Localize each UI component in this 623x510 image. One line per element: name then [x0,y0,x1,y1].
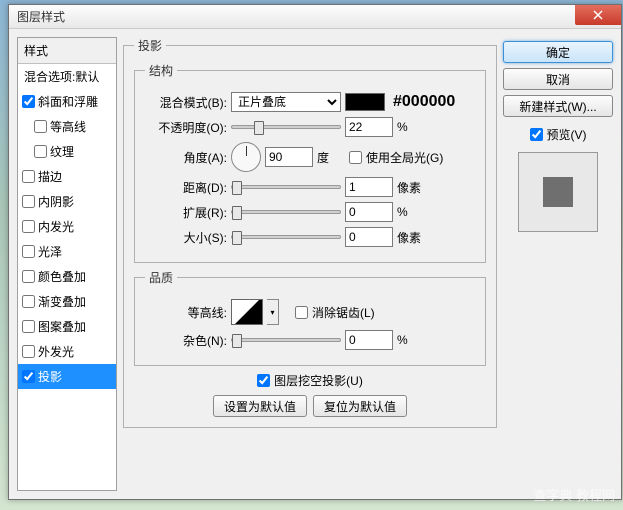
size-unit: 像素 [397,229,425,246]
spread-label: 扩展(R): [145,204,227,221]
blend-mode-label: 混合模式(B): [145,94,227,111]
style-checkbox[interactable] [22,295,35,308]
style-label: 斜面和浮雕 [38,93,98,110]
opacity-slider[interactable] [231,125,341,129]
layer-style-dialog: 图层样式 样式 混合选项:默认 斜面和浮雕等高线纹理描边内阴影内发光光泽颜色叠加… [8,4,622,500]
style-checkbox[interactable] [22,370,35,383]
distance-field[interactable] [345,177,393,197]
style-item-8[interactable]: 渐变叠加 [18,289,116,314]
style-item-10[interactable]: 外发光 [18,339,116,364]
noise-slider[interactable] [231,338,341,342]
antialias-checkbox[interactable] [295,306,308,319]
knockout-checkbox[interactable] [257,374,270,387]
size-slider[interactable] [231,235,341,239]
styles-header[interactable]: 样式 [18,38,116,64]
style-checkbox[interactable] [22,270,35,283]
section-fieldset: 投影 结构 混合模式(B): 正片叠底 #000000 不透明度(O): % [123,37,497,428]
window-title: 图层样式 [17,8,65,25]
spread-slider[interactable] [231,210,341,214]
set-default-button[interactable]: 设置为默认值 [213,395,307,417]
preview-checkbox[interactable] [530,128,543,141]
style-label: 外发光 [38,343,74,360]
preview-label: 预览(V) [547,126,587,143]
style-item-6[interactable]: 光泽 [18,239,116,264]
style-checkbox[interactable] [22,170,35,183]
action-panel: 确定 取消 新建样式(W)... 预览(V) [503,37,613,491]
noise-field[interactable] [345,330,393,350]
content-area: 样式 混合选项:默认 斜面和浮雕等高线纹理描边内阴影内发光光泽颜色叠加渐变叠加图… [9,29,621,499]
style-item-3[interactable]: 描边 [18,164,116,189]
blending-options-item[interactable]: 混合选项:默认 [18,64,116,89]
style-label: 投影 [38,368,62,385]
style-item-7[interactable]: 颜色叠加 [18,264,116,289]
global-light-checkbox[interactable] [349,151,362,164]
quality-fieldset: 品质 等高线: ▾ 消除锯齿(L) 杂色(N): % [134,269,486,366]
contour-dropdown[interactable]: ▾ [267,299,279,325]
style-checkbox[interactable] [22,345,35,358]
contour-picker[interactable] [231,299,263,325]
global-light-label: 使用全局光(G) [366,149,443,166]
angle-field[interactable] [265,147,313,167]
style-label: 渐变叠加 [38,293,86,310]
style-label: 内阴影 [38,193,74,210]
cancel-button[interactable]: 取消 [503,68,613,90]
opacity-unit: % [397,120,425,134]
noise-label: 杂色(N): [145,332,227,349]
new-style-button[interactable]: 新建样式(W)... [503,95,613,117]
shadow-color-swatch[interactable] [345,93,385,111]
preview-swatch [543,177,573,207]
section-title: 投影 [134,37,166,54]
reset-default-button[interactable]: 复位为默认值 [313,395,407,417]
size-field[interactable] [345,227,393,247]
style-label: 图案叠加 [38,318,86,335]
styles-list-panel: 样式 混合选项:默认 斜面和浮雕等高线纹理描边内阴影内发光光泽颜色叠加渐变叠加图… [17,37,117,491]
angle-dial[interactable] [231,142,261,172]
style-label: 光泽 [38,243,62,260]
style-checkbox[interactable] [22,220,35,233]
style-item-4[interactable]: 内阴影 [18,189,116,214]
spread-field[interactable] [345,202,393,222]
hex-display: #000000 [393,93,455,111]
preview-box [518,152,598,232]
ok-button[interactable]: 确定 [503,41,613,63]
antialias-label: 消除锯齿(L) [312,304,375,321]
knockout-label: 图层挖空投影(U) [274,372,363,389]
style-item-0[interactable]: 斜面和浮雕 [18,89,116,114]
style-label: 内发光 [38,218,74,235]
style-item-11[interactable]: 投影 [18,364,116,389]
settings-panel: 投影 结构 混合模式(B): 正片叠底 #000000 不透明度(O): % [123,37,497,491]
angle-label: 角度(A): [145,149,227,166]
contour-label: 等高线: [145,304,227,321]
distance-slider[interactable] [231,185,341,189]
close-button[interactable] [575,5,621,25]
style-item-9[interactable]: 图案叠加 [18,314,116,339]
quality-legend: 品质 [145,269,177,286]
style-label: 纹理 [50,143,74,160]
titlebar[interactable]: 图层样式 [9,5,621,29]
structure-legend: 结构 [145,62,177,79]
blend-mode-select[interactable]: 正片叠底 [231,92,341,112]
distance-label: 距离(D): [145,179,227,196]
style-checkbox[interactable] [34,120,47,133]
style-checkbox[interactable] [22,245,35,258]
style-checkbox[interactable] [34,145,47,158]
style-item-5[interactable]: 内发光 [18,214,116,239]
style-checkbox[interactable] [22,95,35,108]
angle-unit: 度 [317,149,345,166]
noise-unit: % [397,333,425,347]
style-checkbox[interactable] [22,320,35,333]
structure-fieldset: 结构 混合模式(B): 正片叠底 #000000 不透明度(O): % [134,62,486,263]
spread-unit: % [397,205,425,219]
close-icon [593,10,603,20]
style-item-2[interactable]: 纹理 [18,139,116,164]
distance-unit: 像素 [397,179,425,196]
opacity-label: 不透明度(O): [145,119,227,136]
style-checkbox[interactable] [22,195,35,208]
style-label: 颜色叠加 [38,268,86,285]
style-label: 描边 [38,168,62,185]
opacity-field[interactable] [345,117,393,137]
size-label: 大小(S): [145,229,227,246]
style-item-1[interactable]: 等高线 [18,114,116,139]
style-label: 等高线 [50,118,86,135]
